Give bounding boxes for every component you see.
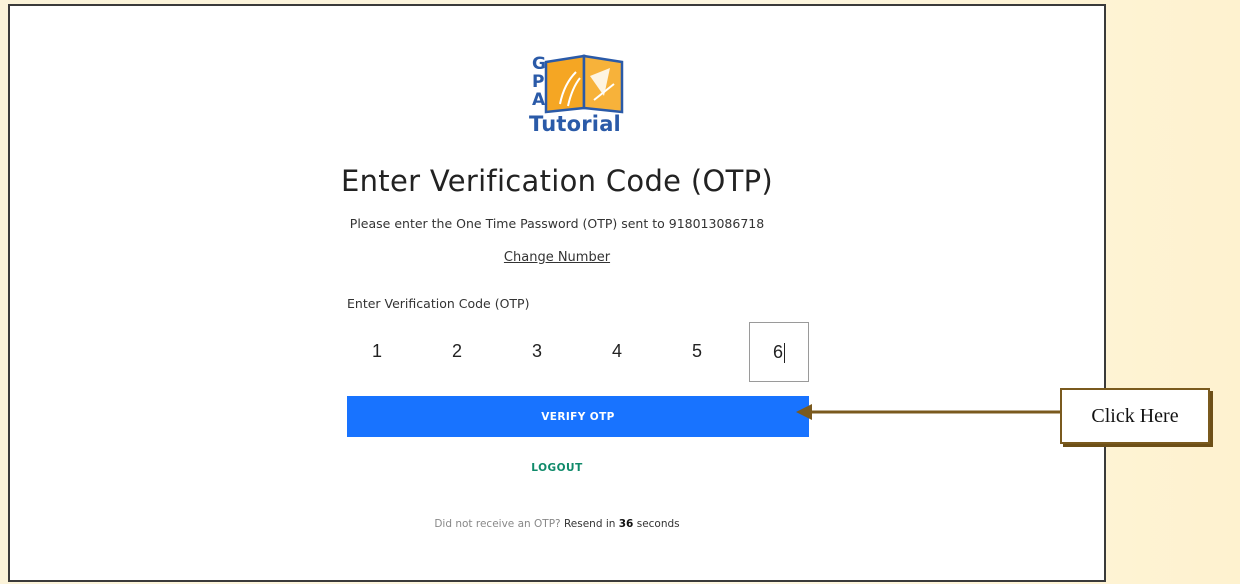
resend-middle: Resend in: [563, 518, 616, 530]
resend-otp-timer: Did not receive an OTP? Resend in 36 sec…: [10, 518, 1104, 530]
page-title: Enter Verification Code (OTP): [340, 164, 774, 198]
otp-digit-2-value: 2: [451, 341, 462, 361]
otp-digit-6[interactable]: 6: [749, 322, 809, 382]
logo-letter-p: P: [532, 72, 545, 92]
otp-input-group: 1 2 3 4 5 6: [347, 322, 809, 382]
otp-digit-4[interactable]: 4: [587, 322, 647, 382]
otp-digit-4-value: 4: [611, 341, 622, 361]
logo-letter-a: A: [532, 90, 546, 110]
otp-digit-3[interactable]: 3: [507, 322, 567, 382]
otp-sent-message: Please enter the One Time Password (OTP)…: [349, 216, 765, 231]
click-here-callout: Click Here: [1060, 388, 1210, 444]
otp-digit-5-value: 5: [691, 341, 702, 361]
change-number-link[interactable]: Change Number: [10, 250, 1104, 265]
otp-digit-2[interactable]: 2: [427, 322, 487, 382]
verify-otp-button[interactable]: VERIFY OTP: [347, 396, 809, 437]
otp-digit-5[interactable]: 5: [667, 322, 727, 382]
logo-letter-g: G: [532, 54, 546, 74]
pointer-arrow-icon: [796, 404, 1062, 420]
otp-digit-3-value: 3: [531, 341, 542, 361]
resend-prefix: Did not receive an OTP?: [434, 518, 561, 530]
gpa-tutorial-logo: G P A Tutorial: [524, 54, 628, 138]
text-caret: [784, 343, 785, 364]
browser-page-frame: G P A Tutorial Enter Verification Code (…: [8, 4, 1106, 582]
otp-digit-6-value: 6: [772, 342, 783, 362]
callout-label: Click Here: [1091, 404, 1179, 427]
logout-link[interactable]: LOGOUT: [10, 462, 1104, 474]
resend-suffix: seconds: [636, 518, 680, 530]
resend-seconds-count: 36: [618, 518, 634, 530]
otp-field-label: Enter Verification Code (OTP): [347, 296, 530, 311]
otp-digit-1[interactable]: 1: [347, 322, 407, 382]
otp-digit-1-value: 1: [371, 341, 382, 361]
logo-wordmark: Tutorial: [529, 112, 621, 136]
